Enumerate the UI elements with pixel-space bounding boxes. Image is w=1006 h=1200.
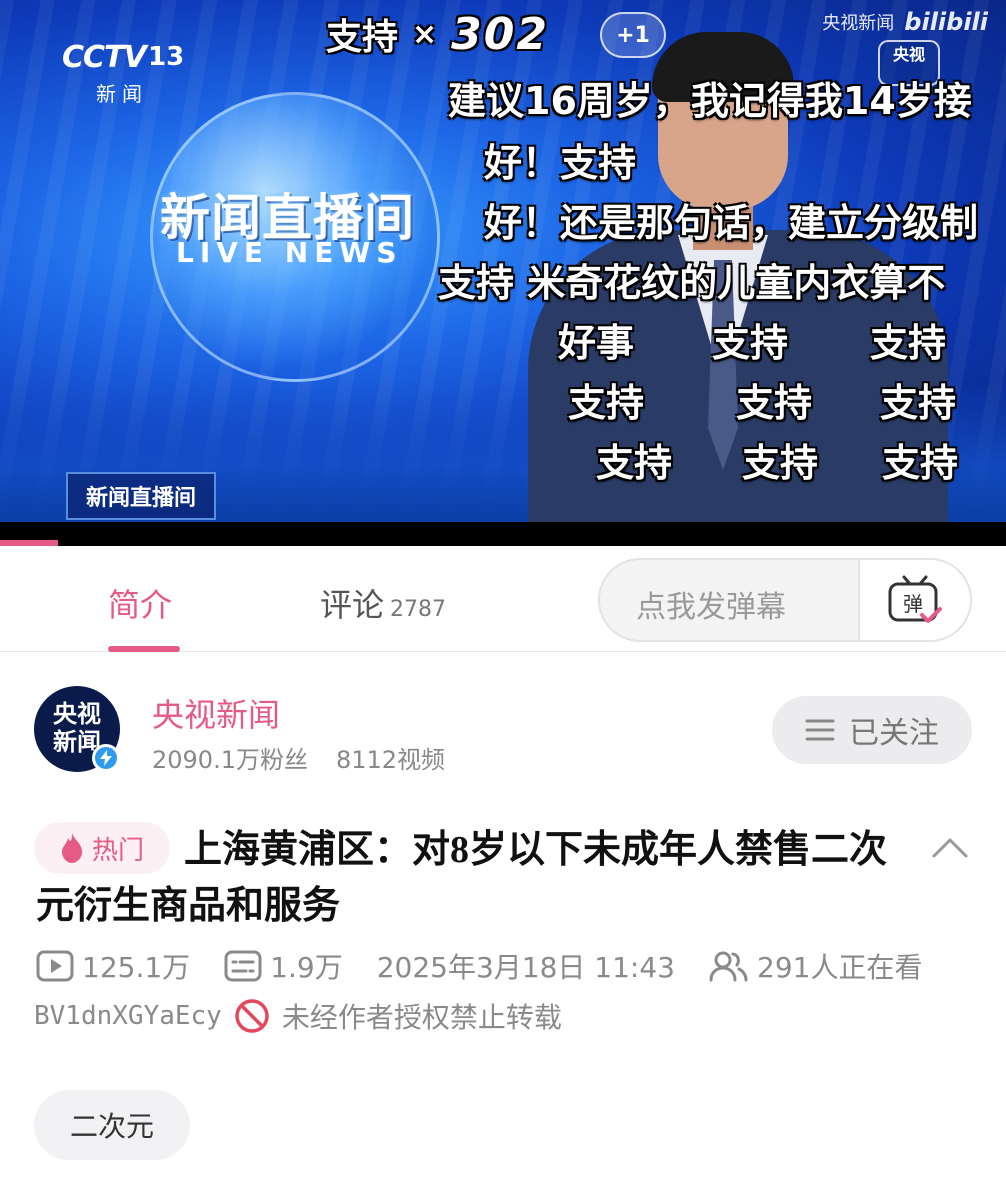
danmaku-comment: 支持 (568, 381, 645, 425)
danmaku-tv-icon: 弹 (888, 575, 942, 623)
danmaku-comment: 支持 (596, 441, 673, 485)
channel-sub: 新闻 (96, 82, 148, 106)
danmaku-comment: 支持 (870, 321, 947, 365)
danmaku-comment: 支持 (742, 441, 819, 485)
combo-count: 302 (451, 8, 550, 60)
menu-icon (805, 719, 835, 741)
combo-times: × (412, 16, 438, 52)
svg-text:弹: 弹 (903, 592, 923, 616)
channel-number: 13 (148, 42, 185, 72)
combo-label: 支持 (326, 17, 399, 58)
flame-icon (61, 833, 82, 863)
followed-button[interactable]: 已关注 (772, 696, 972, 764)
danmaku-combo: 支持 × 302 (326, 8, 549, 60)
danmaku-count-icon (224, 950, 262, 982)
copyright-notice: 未经作者授权禁止转载 (281, 1001, 562, 1034)
bilibili-logo: bilibili (904, 8, 988, 36)
danmaku-comment: 支持 米奇花纹的儿童内衣算不 (438, 261, 946, 305)
uploader-stats: 2090.1万粉丝 8112视频 (152, 740, 445, 775)
video-meta: 125.1万 1.9万 2025年3月18日 11:43 291人正在看 (36, 946, 922, 986)
progress-track[interactable] (0, 522, 1006, 546)
tag-chip[interactable]: 二次元 (34, 1090, 190, 1160)
watermark-source: 央视新闻 (822, 13, 895, 34)
hot-label: 热门 (91, 835, 144, 866)
active-tab-indicator (108, 646, 180, 652)
danmaku-toggle-button[interactable]: 弹 (858, 560, 970, 640)
tab-comments[interactable]: 评论 2787 (320, 580, 446, 626)
bvid[interactable]: BV1dnXGYaEcy (34, 1001, 222, 1031)
video-count: 8112视频 (335, 746, 446, 774)
danmaku-comment: 好！还是那句话，建立分级制 (484, 201, 979, 245)
tab-comments-label: 评论 (320, 586, 385, 624)
danmaku-comment: 建议16周岁，我记得我14岁接 (448, 79, 972, 123)
follow-label: 已关注 (849, 716, 939, 751)
corner-logo-text: 央视 (892, 45, 925, 64)
danmaku-placeholder: 点我发弹幕 (636, 590, 786, 625)
uploader-name[interactable]: 央视新闻 (152, 690, 280, 736)
hot-badge[interactable]: 热门 (34, 822, 170, 874)
channel-logo-text: CCTV (62, 40, 147, 75)
chevron-up-icon[interactable] (928, 830, 972, 866)
watching-count: 291人正在看 (757, 951, 923, 984)
cctv13-logo: CCTV 13 新闻 (62, 40, 192, 106)
viewers-icon (709, 951, 748, 982)
danmaku-input[interactable]: 点我发弹幕 弹 (598, 558, 972, 642)
video-player[interactable]: CCTV 13 新闻 新闻直播间 LIVE NEWS 新闻直播间 支持 × 30… (0, 0, 1006, 522)
plus-one-badge[interactable]: +1 (600, 12, 666, 58)
publish-time: 2025年3月18日 11:43 (376, 951, 675, 984)
danmaku-comment: 支持 (882, 441, 959, 485)
show-corner-badge: 新闻直播间 (66, 472, 216, 520)
plus-one-text: +1 (616, 22, 650, 48)
video-watermark: 央视新闻 bilibili (822, 8, 988, 36)
verified-icon (92, 744, 120, 772)
danmaku-count: 1.9万 (270, 951, 343, 984)
comments-count: 2787 (390, 597, 447, 622)
danmaku-comment: 支持 (712, 321, 789, 365)
video-id-row: BV1dnXGYaEcy 未经作者授权禁止转载 (34, 996, 562, 1036)
view-count: 125.1万 (82, 951, 191, 984)
show-subtitle: LIVE NEWS (176, 236, 403, 269)
danmaku-comment: 支持 (880, 381, 957, 425)
detail-tabs: 简介 评论 2787 点我发弹幕 弹 (0, 546, 1006, 652)
tab-intro[interactable]: 简介 (108, 580, 172, 626)
follower-count: 2090.1万粉丝 (152, 746, 308, 774)
danmaku-comment: 好！支持 (484, 141, 637, 185)
no-repost-icon (235, 999, 269, 1033)
play-count-icon (36, 950, 74, 982)
danmaku-comment: 好事 (558, 321, 635, 365)
danmaku-comment: 支持 (736, 381, 813, 425)
